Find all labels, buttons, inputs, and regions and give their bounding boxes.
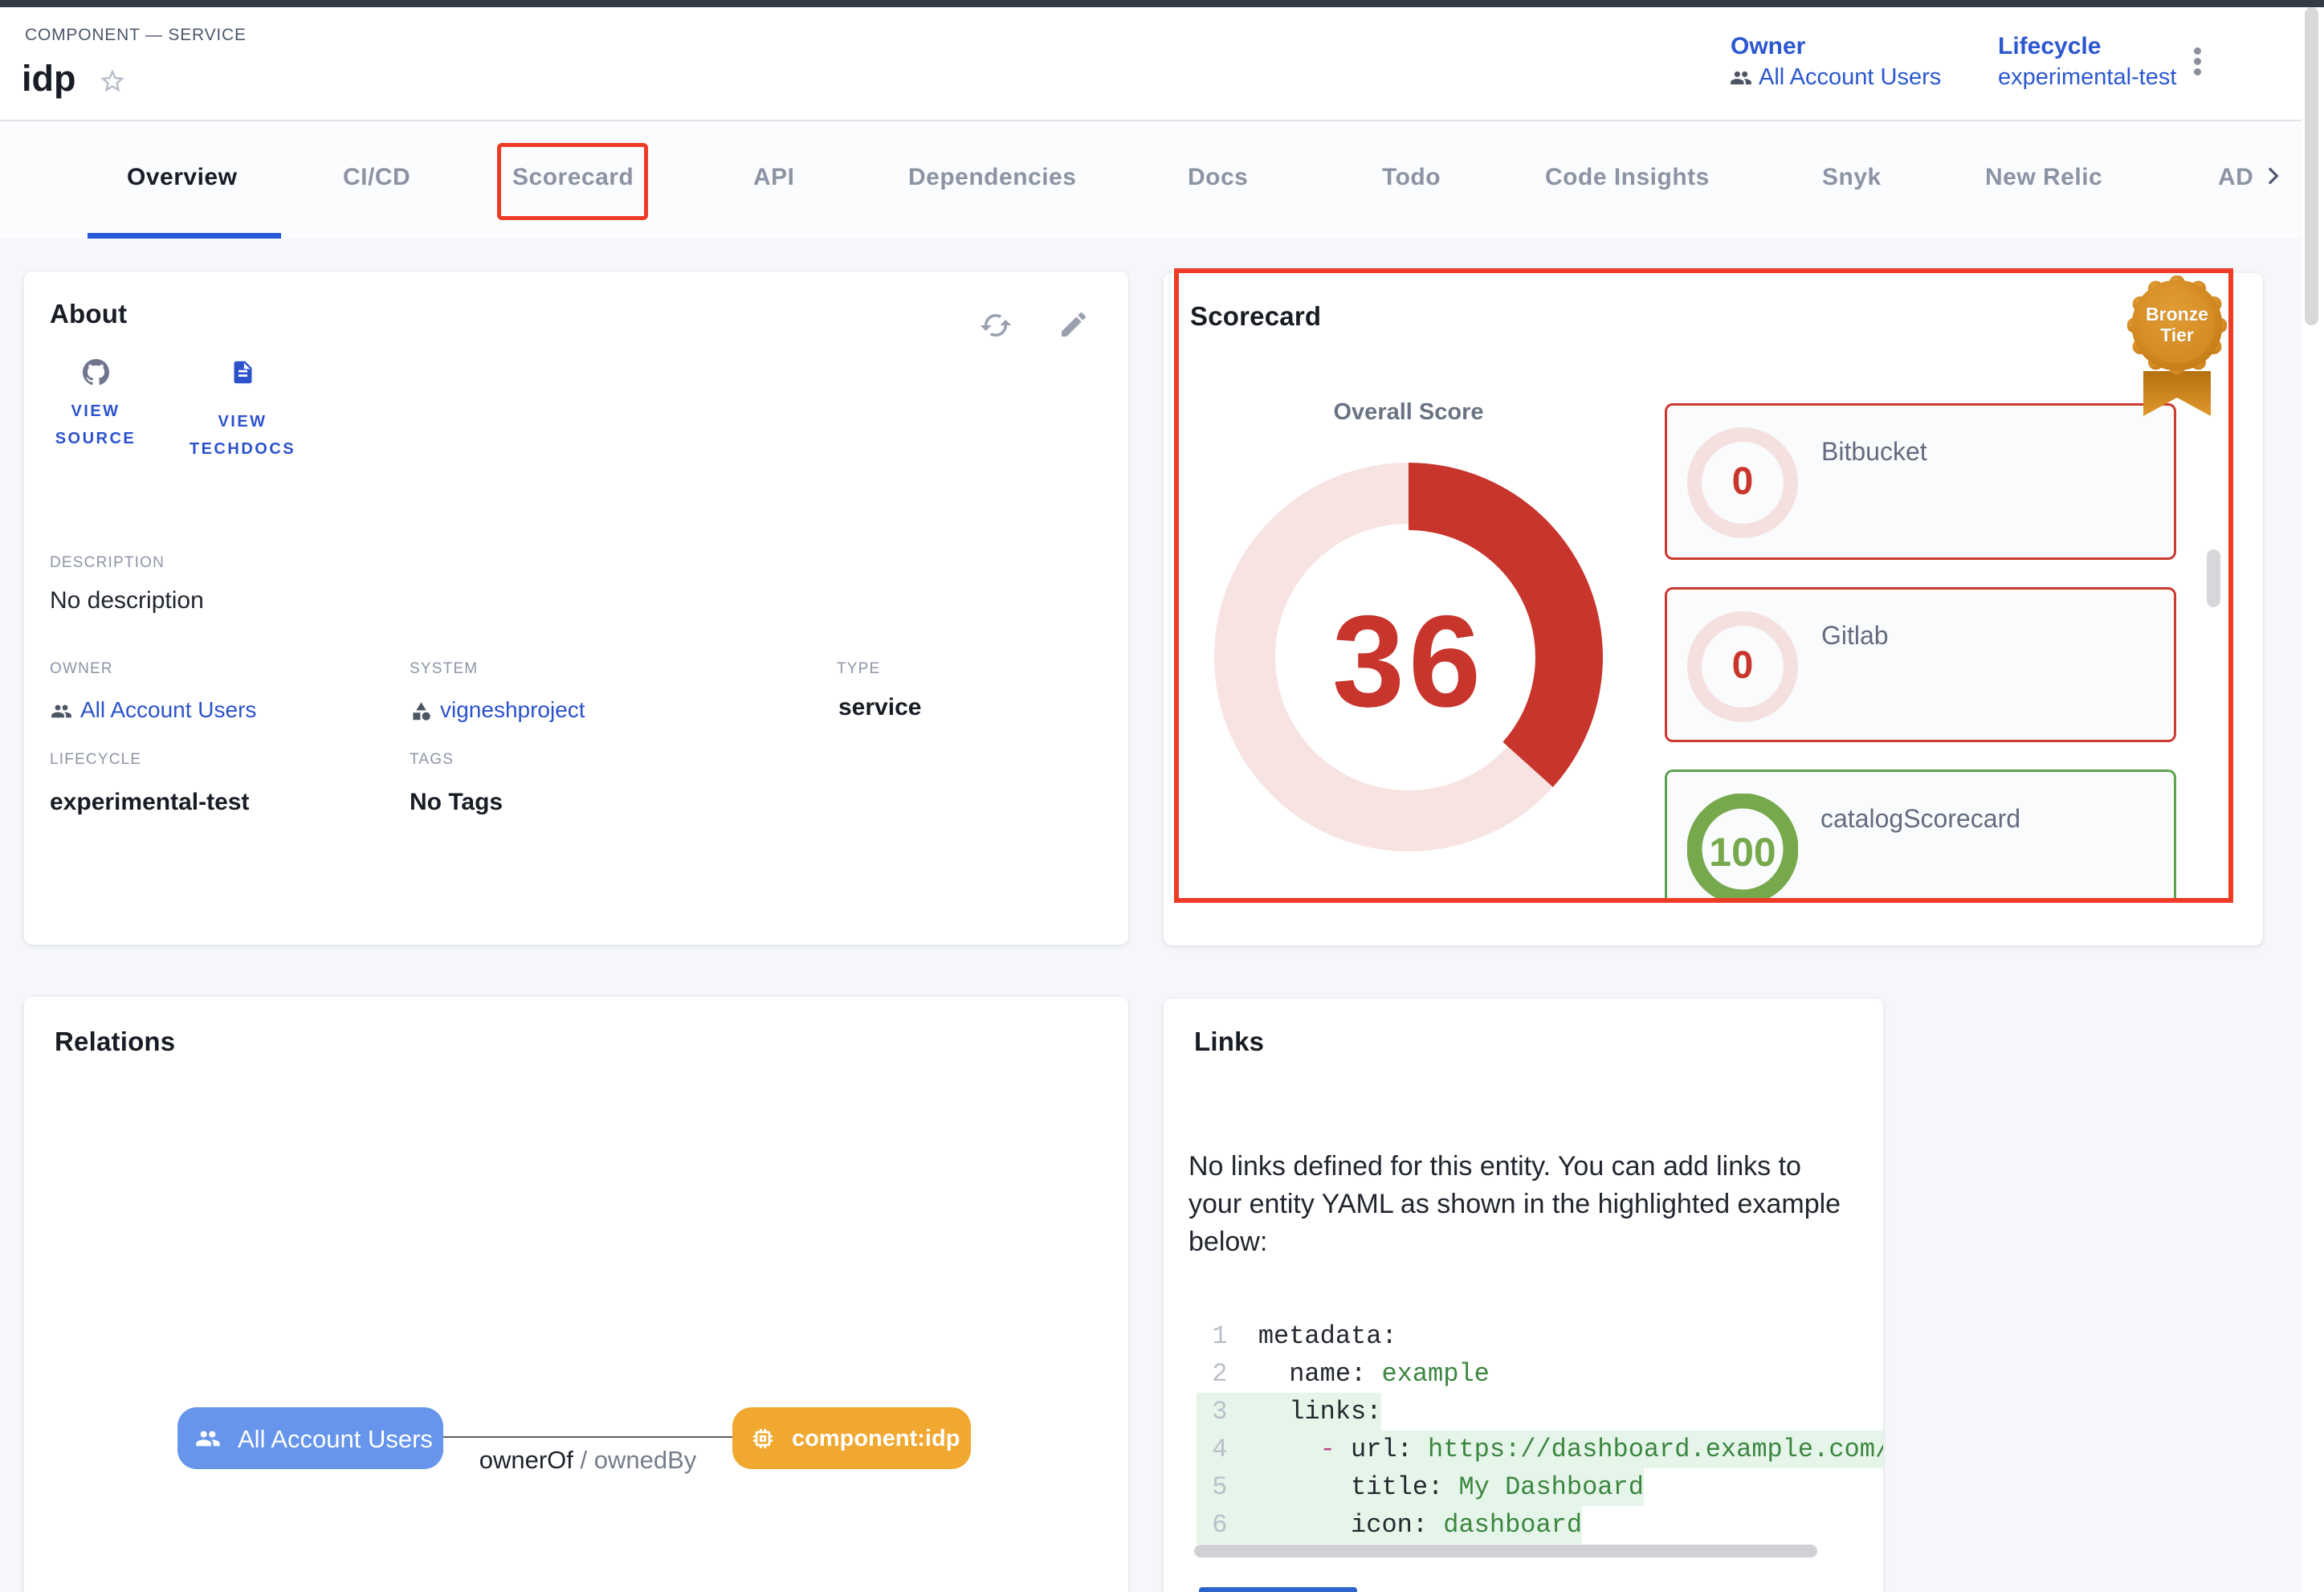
svg-text:Tier: Tier [2160, 325, 2194, 345]
svg-text:Bronze: Bronze [2146, 304, 2208, 325]
